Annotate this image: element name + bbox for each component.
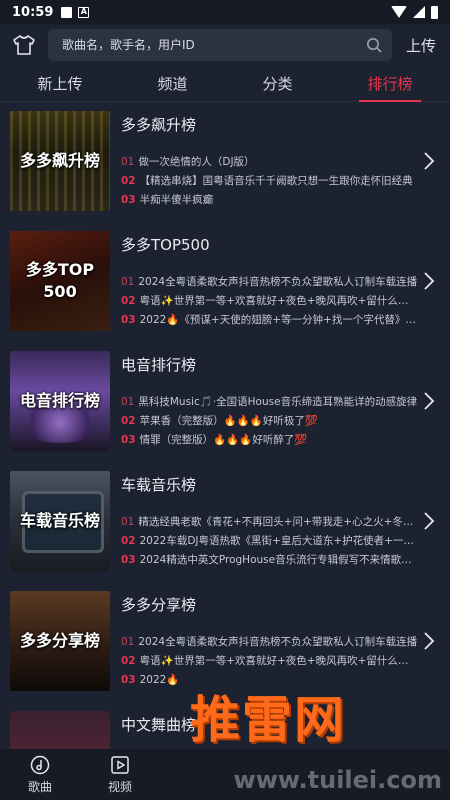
track-rank: 02: [121, 295, 136, 307]
track-name: 半痴半傻半疯癫: [139, 194, 214, 206]
track-item: 02 2022车载DJ粤语热歌《黑街+皇后大道东+护花使者+一切随风》: [121, 532, 418, 551]
track-rank: 03: [121, 434, 136, 446]
nav-label: 歌曲: [27, 779, 52, 794]
tab-channel[interactable]: 频道: [153, 67, 191, 100]
track-rank: 02: [121, 655, 136, 667]
track-name: 黑科技Music🎵·全国语House音乐缔造耳熟能详的动感旋律: [138, 396, 418, 408]
cover-text: 车载音乐榜: [19, 510, 100, 530]
chart-title: 多多飙升榜: [121, 116, 197, 134]
chart-card-share[interactable]: 多多分享榜 多多分享榜 01 2024全粤语柔歌女声抖音热榜不负众望歌私人订制车载…: [0, 591, 450, 711]
app-notification-icon: A: [78, 6, 90, 18]
chart-cover: 多多飙升榜: [10, 111, 110, 211]
tab-new-upload[interactable]: 新上传: [33, 67, 86, 100]
track-item: 01 2024全粤语柔歌女声抖音热榜不负众望歌私人订制车载连播: [121, 633, 418, 652]
track-item: 03 2022🔥《预谋+天使的翅膀+等一分钟+找一个字代替》Dj版: [121, 311, 418, 330]
track-item: 03 2024精选中英文ProgHouse音乐流行专辑假写不来情歌Bass: [121, 551, 418, 570]
chevron-right-icon[interactable]: [422, 631, 436, 651]
upload-button[interactable]: 上传: [402, 35, 440, 56]
nav-label: 视频: [107, 779, 132, 794]
chart-card-car-music[interactable]: 车载音乐榜 车载音乐榜 01 精选经典老歌《青花+不再回头+问+带我走+心之火+冬…: [0, 471, 450, 591]
video-icon: [110, 755, 130, 775]
chart-list: 多多飙升榜 多多飙升榜 01 做一次绝情的人（DJ版） 02 【精选串烧】国粤语音乐…: [0, 102, 450, 752]
track-item: 02 粤语✨世界第一等+欢喜就好+夜色+晚风再吹+留什么给你: [121, 652, 418, 671]
track-name: 2022车载DJ粤语热歌《黑街+皇后大道东+护花使者+一切随风》: [139, 535, 418, 547]
track-name: 苹果香（完整版）🔥🔥🔥好听极了💯: [139, 415, 318, 427]
notification-icon: [61, 6, 73, 18]
search-bar[interactable]: [48, 29, 392, 61]
track-name: 2024精选中英文ProgHouse音乐流行专辑假写不来情歌Bass: [139, 554, 418, 566]
track-item: 03 情罪（完整版）🔥🔥🔥好听醉了💯: [121, 431, 418, 450]
track-name: 2022🔥《预谋+天使的翅膀+等一分钟+找一个字代替》Dj版: [139, 314, 418, 326]
track-name: 2024全粤语柔歌女声抖音热榜不负众望歌私人订制车载连播: [138, 636, 418, 648]
chevron-right-icon[interactable]: [422, 151, 436, 171]
track-item: 02 粤语✨世界第一等+欢喜就好+夜色+晚风再吹+留什么给你: [121, 292, 418, 311]
track-name: 2024全粤语柔歌女声抖音热榜不负众望歌私人订制车载连播: [138, 276, 418, 288]
track-rank: 01: [121, 276, 135, 288]
track-item: 03 2022🔥: [121, 671, 418, 690]
track-rank: 03: [121, 314, 136, 326]
chart-card-electronic[interactable]: 电音排行榜 电音排行榜 01 黑科技Music🎵·全国语House音乐缔造耳熟能详…: [0, 351, 450, 471]
track-name: 精选经典老歌《青花+不再回头+问+带我走+心之火+冬眠》: [138, 516, 418, 528]
track-item: 01 黑科技Music🎵·全国语House音乐缔造耳熟能详的动感旋律: [121, 393, 418, 412]
cover-text: 多多分享榜: [19, 630, 100, 650]
chart-card-soaring[interactable]: 多多飙升榜 多多飙升榜 01 做一次绝情的人（DJ版） 02 【精选串烧】国粤语音乐…: [0, 111, 450, 231]
track-rank: 02: [121, 535, 136, 547]
status-time: 10:59: [12, 4, 54, 20]
chart-cover: 电音排行榜: [10, 351, 110, 451]
track-item: 01 精选经典老歌《青花+不再回头+问+带我走+心之火+冬眠》: [121, 513, 418, 532]
track-name: 2022🔥: [139, 674, 180, 686]
search-icon[interactable]: [366, 37, 382, 53]
signal-icon: [413, 6, 425, 18]
bottom-nav: 歌曲 视频: [0, 749, 450, 800]
track-item: 02 苹果香（完整版）🔥🔥🔥好听极了💯: [121, 412, 418, 431]
cover-text: 多多TOP 500: [25, 259, 95, 301]
track-name: 粤语✨世界第一等+欢喜就好+夜色+晚风再吹+留什么给你: [139, 295, 418, 307]
track-rank: 01: [121, 516, 135, 528]
chevron-right-icon[interactable]: [422, 271, 436, 291]
chart-cover: 多多分享榜: [10, 591, 110, 691]
track-rank: 02: [121, 175, 136, 187]
track-rank: 02: [121, 415, 136, 427]
top-bar: 上传: [0, 24, 450, 66]
chevron-right-icon[interactable]: [422, 391, 436, 411]
nav-songs[interactable]: 歌曲: [0, 755, 80, 795]
disc-icon: [30, 755, 50, 775]
chart-cover: 多多TOP 500: [10, 231, 110, 331]
chevron-right-icon[interactable]: [422, 511, 436, 531]
track-item: 03 半痴半傻半疯癫: [121, 191, 418, 210]
tab-bar: 新上传 频道 分类 排行榜: [0, 66, 450, 102]
wifi-icon: [391, 6, 407, 18]
track-name: 做一次绝情的人（DJ版）: [138, 156, 255, 168]
chart-title: 车载音乐榜: [121, 476, 197, 494]
track-item: 02 【精选串烧】国粤语音乐千千阙歌只想一生跟你走怀旧经典: [121, 172, 418, 191]
track-name: 【精选串烧】国粤语音乐千千阙歌只想一生跟你走怀旧经典: [139, 175, 413, 187]
skin-shirt-icon[interactable]: [10, 31, 38, 59]
cover-text: 多多飙升榜: [19, 150, 100, 170]
chart-card-chinese-dance[interactable]: 中文舞曲榜: [0, 711, 450, 752]
chart-cover: [10, 711, 110, 752]
nav-video[interactable]: 视频: [80, 755, 160, 795]
track-rank: 03: [121, 674, 136, 686]
track-rank: 01: [121, 396, 135, 408]
chart-card-top500[interactable]: 多多TOP 500 多多TOP500 01 2024全粤语柔歌女声抖音热榜不负众望…: [0, 231, 450, 351]
chart-title: 多多TOP500: [121, 236, 210, 254]
tab-category[interactable]: 分类: [258, 67, 296, 100]
chart-cover: 车载音乐榜: [10, 471, 110, 571]
search-input[interactable]: [62, 38, 366, 52]
track-rank: 01: [121, 636, 135, 648]
chart-title: 电音排行榜: [121, 356, 197, 374]
track-rank: 01: [121, 156, 135, 168]
chart-title: 多多分享榜: [121, 596, 197, 614]
tab-ranking[interactable]: 排行榜: [359, 67, 421, 102]
battery-icon: [431, 5, 438, 19]
track-name: 粤语✨世界第一等+欢喜就好+夜色+晚风再吹+留什么给你: [139, 655, 418, 667]
status-bar: 10:59 A: [0, 0, 450, 24]
track-name: 情罪（完整版）🔥🔥🔥好听醉了💯: [139, 434, 308, 446]
track-rank: 03: [121, 194, 136, 206]
cover-text: 电音排行榜: [19, 390, 100, 410]
chart-title: 中文舞曲榜: [121, 716, 197, 734]
track-item: 01 2024全粤语柔歌女声抖音热榜不负众望歌私人订制车载连播: [121, 273, 418, 292]
track-item: 01 做一次绝情的人（DJ版）: [121, 153, 418, 172]
track-rank: 03: [121, 554, 136, 566]
